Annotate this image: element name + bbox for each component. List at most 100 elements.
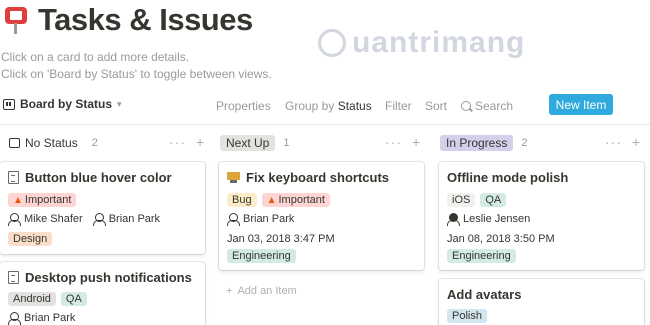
column-label-next-up: Next Up xyxy=(220,135,276,151)
card-people: Mike Shafer Brian Park xyxy=(8,213,161,226)
add-icon[interactable]: + xyxy=(196,134,205,150)
avatar xyxy=(92,213,106,226)
search-icon xyxy=(461,101,471,111)
card-people: Brian Park xyxy=(227,213,294,226)
column-header-in-progress[interactable]: In Progress 2 xyxy=(440,134,527,152)
card-date: Jan 08, 2018 3:50 PM xyxy=(447,233,555,245)
person: Brian Park xyxy=(8,312,76,325)
column-title: No Status xyxy=(25,136,78,150)
card-date: Jan 03, 2018 3:47 PM xyxy=(227,233,335,245)
column-header-no-status[interactable]: No Status 2 xyxy=(3,134,98,152)
computer-icon xyxy=(227,172,240,183)
person: Leslie Jensen xyxy=(447,213,531,226)
tag-bug: Bug xyxy=(227,193,257,207)
chevron-down-icon: ▾ xyxy=(117,98,122,109)
avatar xyxy=(8,213,21,226)
group-by-value: Status xyxy=(337,99,372,113)
card-people: Brian Park xyxy=(8,312,76,325)
page-description-line-2: Click on 'Board by Status' to toggle bet… xyxy=(1,67,272,81)
card-tags: Bug ▲ Important xyxy=(227,193,330,207)
column-count: 1 xyxy=(283,137,290,149)
column-actions-in-progress: ··· + xyxy=(605,134,641,150)
tag-qa: QA xyxy=(480,193,507,207)
card-title-text: Add avatars xyxy=(447,287,522,302)
card-tags: Android QA xyxy=(8,292,87,306)
column-actions-next-up: ··· + xyxy=(385,134,421,150)
lightbulb-icon xyxy=(318,29,346,57)
person-name: Leslie Jensen xyxy=(463,213,531,225)
card-tags: Engineering xyxy=(447,249,516,263)
avatar xyxy=(447,213,460,226)
column-label-no-status: No Status xyxy=(3,135,84,151)
tag-ios: iOS xyxy=(447,193,476,207)
tag-qa: QA xyxy=(60,292,87,306)
add-icon[interactable]: + xyxy=(412,134,421,150)
add-icon[interactable]: + xyxy=(632,134,641,150)
tag-polish: Polish xyxy=(447,309,487,323)
page-title-text: Tasks & Issues xyxy=(38,2,253,37)
column-header-next-up[interactable]: Next Up 1 xyxy=(220,134,289,152)
view-switch[interactable]: Board by Status ▾ xyxy=(3,97,122,111)
card-tags: ▲ Important xyxy=(8,193,77,207)
card-fix-keyboard-shortcuts[interactable]: Fix keyboard shortcuts Bug ▲ Important B… xyxy=(219,162,424,270)
fire-icon: ▲ xyxy=(13,194,23,206)
inbox-icon xyxy=(9,138,20,148)
more-options-icon[interactable]: ··· xyxy=(169,134,186,150)
tag-engineering: Engineering xyxy=(227,249,296,263)
card-tags: Design xyxy=(8,232,53,246)
group-by-prefix: Group by xyxy=(285,99,335,113)
add-item-button[interactable]: + Add an Item xyxy=(226,285,297,297)
person-name: Brian Park xyxy=(24,312,76,324)
avatar xyxy=(8,312,21,325)
pushpin-icon xyxy=(4,5,28,35)
view-label: Board by Status xyxy=(20,97,113,111)
column-title: In Progress xyxy=(446,136,508,150)
tag-label: Important xyxy=(24,194,72,206)
page-description-line-1: Click on a card to add more details. xyxy=(1,50,190,64)
search-button[interactable]: Search xyxy=(461,99,513,113)
watermark-text: uantrimang xyxy=(352,26,526,59)
tag-important: ▲ Important xyxy=(8,193,77,207)
watermark: uantrimang xyxy=(318,26,525,60)
properties-button[interactable]: Properties xyxy=(216,99,271,113)
card-title: Add avatars xyxy=(447,287,521,302)
card-tags: iOS QA xyxy=(447,193,507,207)
card-title: Button blue hover color xyxy=(8,170,172,185)
search-label: Search xyxy=(475,99,514,113)
person-name: Mike Shafer xyxy=(24,213,83,225)
tag-android: Android xyxy=(8,292,56,306)
card-title-text: Desktop push notifications xyxy=(25,270,192,285)
card-button-blue-hover-color[interactable]: Button blue hover color ▲ Important Mike… xyxy=(0,162,205,254)
tag-engineering: Engineering xyxy=(447,249,516,263)
fire-icon: ▲ xyxy=(266,194,277,206)
card-add-avatars[interactable]: Add avatars Polish xyxy=(439,279,644,325)
column-title: Next Up xyxy=(226,136,270,150)
tag-important: ▲ Important xyxy=(261,193,330,207)
card-desktop-push-notifications[interactable]: Desktop push notifications Android QA Br… xyxy=(0,262,205,325)
new-item-button[interactable]: New Item xyxy=(549,94,613,115)
group-by-button[interactable]: Group by Status xyxy=(285,99,372,113)
more-options-icon[interactable]: ··· xyxy=(385,134,402,150)
more-options-icon[interactable]: ··· xyxy=(605,134,622,150)
card-title-text: Button blue hover color xyxy=(25,170,172,185)
toolbar-divider xyxy=(0,124,650,125)
board-icon xyxy=(3,98,15,110)
card-title: Fix keyboard shortcuts xyxy=(227,170,389,185)
toolbar: Board by Status ▾ Properties Group by St… xyxy=(0,94,650,118)
person-name: Brian Park xyxy=(108,213,161,225)
filter-button[interactable]: Filter xyxy=(385,99,412,113)
card-title: Desktop push notifications xyxy=(8,270,192,285)
page-icon xyxy=(8,271,19,284)
page-title: Tasks & Issues xyxy=(4,2,253,38)
tag-label: Important xyxy=(278,194,325,206)
card-tags: Engineering xyxy=(227,249,296,263)
avatar xyxy=(227,213,240,226)
person: Mike Shafer xyxy=(8,213,83,226)
column-count: 2 xyxy=(91,137,98,149)
card-title-text: Offline mode polish xyxy=(447,170,569,185)
card-title: Offline mode polish xyxy=(447,170,568,185)
card-offline-mode-polish[interactable]: Offline mode polish iOS QA Leslie Jensen… xyxy=(439,162,644,270)
sort-button[interactable]: Sort xyxy=(425,99,447,113)
card-tags: Polish xyxy=(447,309,487,323)
column-label-in-progress: In Progress xyxy=(440,135,514,151)
